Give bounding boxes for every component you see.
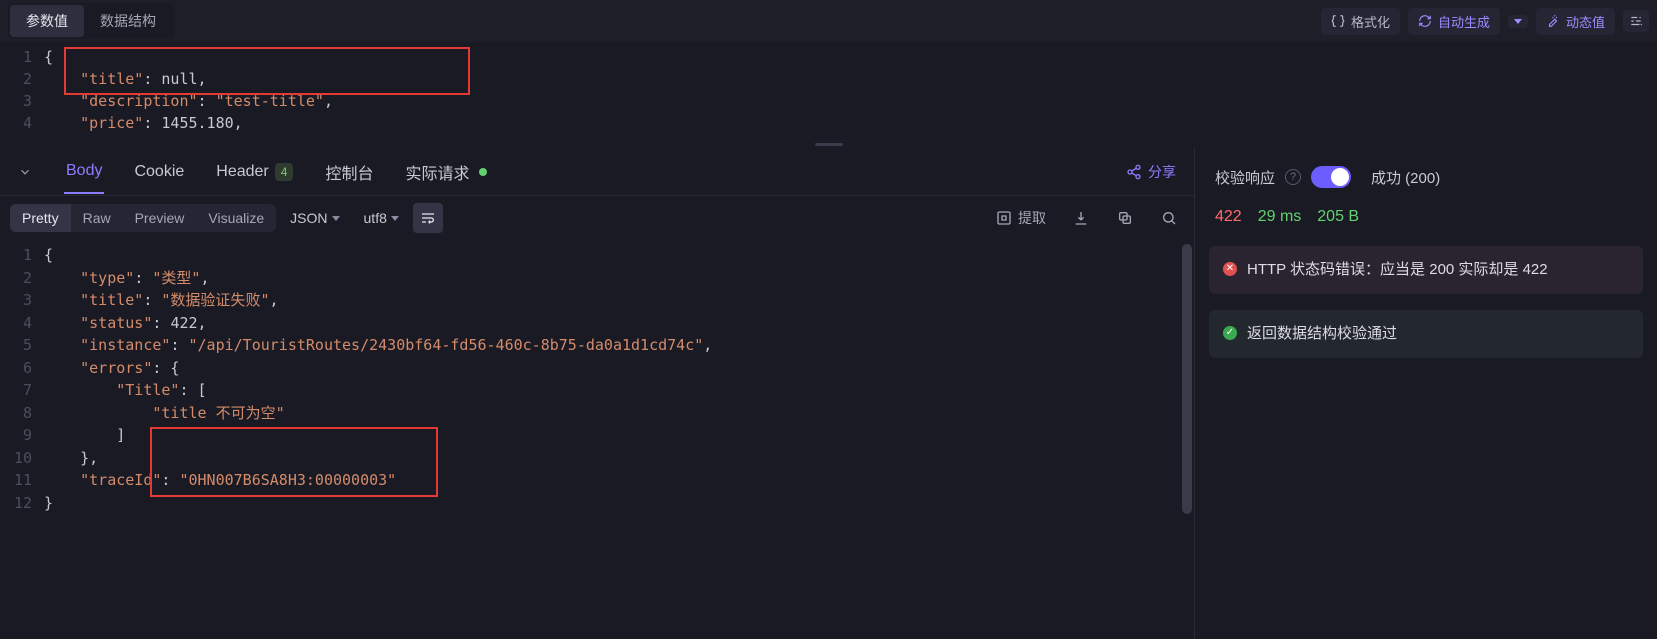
error-icon: ✕ <box>1223 262 1237 276</box>
code-line: 2 "type": "类型", <box>0 267 1194 290</box>
success-icon: ✓ <box>1223 326 1237 340</box>
code-line: 3 "title": "数据验证失败", <box>0 289 1194 312</box>
code-line: 11 "traceId": "0HN007B6SA8H3:00000003" <box>0 469 1194 492</box>
code-line: 7 "Title": [ <box>0 379 1194 402</box>
response-size: 205 B <box>1317 208 1359 226</box>
response-tabs: Body Cookie Header 4 控制台 实际请求 分享 <box>0 148 1194 196</box>
response-view-segment: Pretty Raw Preview Visualize <box>10 204 276 232</box>
download-button[interactable] <box>1066 203 1096 233</box>
encoding-dropdown[interactable]: utf8 <box>354 204 409 232</box>
view-raw[interactable]: Raw <box>71 204 123 232</box>
download-icon <box>1073 210 1089 226</box>
code-line: 3 "description": "test-title", <box>0 90 1657 112</box>
scrollbar[interactable] <box>1182 244 1192 514</box>
expected-status-label[interactable]: 成功 (200) <box>1371 167 1440 188</box>
validation-ok-alert: ✓ 返回数据结构校验通过 <box>1209 310 1643 358</box>
tab-cookie[interactable]: Cookie <box>132 151 186 193</box>
request-body-tabs: 参数值 数据结构 <box>8 3 174 39</box>
validation-error-text: HTTP 状态码错误：应当是 200 实际却是 422 <box>1247 258 1548 282</box>
help-icon[interactable]: ? <box>1285 169 1301 185</box>
format-dropdown[interactable]: JSON <box>280 204 349 232</box>
view-preview[interactable]: Preview <box>123 204 197 232</box>
validation-error-alert: ✕ HTTP 状态码错误：应当是 200 实际却是 422 <box>1209 246 1643 294</box>
status-dot-icon <box>479 168 487 176</box>
tab-data-structure[interactable]: 数据结构 <box>84 5 172 37</box>
code-line: 8 "title 不可为空" <box>0 402 1194 425</box>
wrap-icon <box>420 210 436 226</box>
view-visualize[interactable]: Visualize <box>196 204 276 232</box>
refresh-icon <box>1418 14 1432 28</box>
code-line: 2 "title": null, <box>0 68 1657 90</box>
code-line: 10 }, <box>0 447 1194 470</box>
code-line: 4 "price": 1455.180, <box>0 112 1657 134</box>
response-toolbar: Pretty Raw Preview Visualize JSON utf8 <box>0 196 1194 240</box>
status-code: 422 <box>1215 208 1242 226</box>
header-count-badge: 4 <box>275 163 294 181</box>
tab-header[interactable]: Header 4 <box>214 151 295 193</box>
response-body-viewer[interactable]: 1{2 "type": "类型",3 "title": "数据验证失败",4 "… <box>0 240 1194 639</box>
brackets-icon <box>1331 14 1345 28</box>
code-line: 4 "status": 422, <box>0 312 1194 335</box>
request-body-toolbar: 参数值 数据结构 格式化 自动生成 <box>0 0 1657 42</box>
extract-button[interactable]: 提取 <box>990 203 1052 233</box>
share-icon <box>1126 164 1142 180</box>
format-button[interactable]: 格式化 <box>1321 8 1400 35</box>
copy-button[interactable] <box>1110 203 1140 233</box>
auto-generate-more-button[interactable] <box>1508 15 1528 28</box>
code-line: 6 "errors": { <box>0 357 1194 380</box>
more-settings-button[interactable] <box>1623 10 1649 32</box>
validation-panel: 校验响应 ? 成功 (200) 422 29 ms 205 B ✕ HTTP 状… <box>1194 148 1657 639</box>
search-button[interactable] <box>1154 203 1184 233</box>
code-line: 12} <box>0 492 1194 515</box>
tab-actual-request[interactable]: 实际请求 <box>403 148 489 196</box>
share-button[interactable]: 分享 <box>1126 162 1176 182</box>
tab-body[interactable]: Body <box>64 150 104 194</box>
resize-handle[interactable] <box>0 140 1657 148</box>
code-line: 1{ <box>0 46 1657 68</box>
tab-param-value[interactable]: 参数值 <box>10 5 84 37</box>
dynamic-values-button[interactable]: 动态值 <box>1536 8 1615 35</box>
wrap-lines-button[interactable] <box>413 203 443 233</box>
extract-icon <box>996 210 1012 226</box>
validation-ok-text: 返回数据结构校验通过 <box>1247 322 1397 346</box>
view-pretty[interactable]: Pretty <box>10 204 71 232</box>
code-line: 9 ] <box>0 424 1194 447</box>
request-body-editor[interactable]: 1{2 "title": null,3 "description": "test… <box>0 42 1657 140</box>
chevron-down-icon <box>332 216 340 221</box>
collapse-chevron-icon[interactable] <box>18 165 36 179</box>
search-icon <box>1161 210 1177 226</box>
tab-console[interactable]: 控制台 <box>323 148 375 196</box>
response-status-bar: 422 29 ms 205 B <box>1195 198 1657 236</box>
chevron-down-icon <box>391 216 399 221</box>
chevron-down-icon <box>1514 19 1522 24</box>
validate-toggle[interactable] <box>1311 166 1351 188</box>
sliders-icon <box>1629 14 1643 28</box>
code-line: 1{ <box>0 244 1194 267</box>
copy-icon <box>1117 210 1133 226</box>
validate-label: 校验响应 <box>1215 167 1275 188</box>
validate-response-row: 校验响应 ? 成功 (200) <box>1195 160 1657 194</box>
auto-generate-button[interactable]: 自动生成 <box>1408 8 1500 35</box>
response-time: 29 ms <box>1258 208 1302 226</box>
code-line: 5 "instance": "/api/TouristRoutes/2430bf… <box>0 334 1194 357</box>
magic-wand-icon <box>1546 14 1560 28</box>
request-body-actions: 格式化 自动生成 动态值 <box>1321 8 1649 35</box>
